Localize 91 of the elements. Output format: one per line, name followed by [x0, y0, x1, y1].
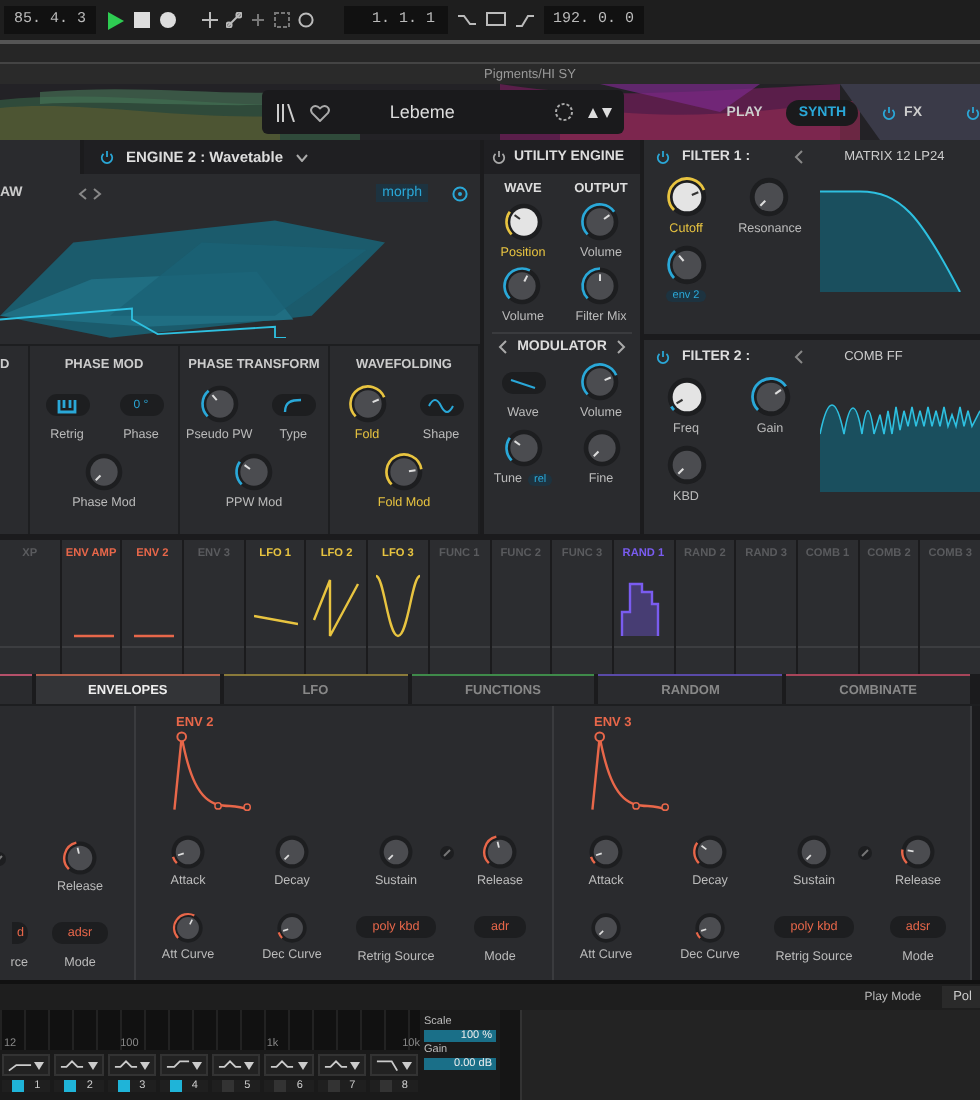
power-icon[interactable]	[966, 105, 980, 119]
filter-shape-icon	[218, 1059, 242, 1071]
filter-shape-icon	[113, 1059, 137, 1071]
caret-icon	[402, 1061, 412, 1069]
knob[interactable]	[502, 266, 543, 306]
record-icon[interactable]	[160, 12, 177, 28]
band-type-dropdown[interactable]	[264, 1054, 313, 1076]
monitor-icon[interactable]	[485, 12, 506, 28]
band-checkbox[interactable]	[169, 1080, 182, 1092]
caret-icon	[192, 1061, 202, 1069]
plus-icon[interactable]	[202, 12, 219, 28]
knob[interactable]	[503, 428, 543, 468]
filter-shape-icon	[270, 1059, 295, 1071]
knob[interactable]	[234, 452, 274, 492]
chevron-left-icon[interactable]	[794, 350, 805, 364]
power-icon[interactable]	[656, 150, 670, 164]
filter-shape-icon	[165, 1059, 190, 1071]
ramp-wave-icon	[510, 375, 536, 391]
knob[interactable]	[347, 384, 387, 424]
band-checkbox[interactable]	[117, 1080, 130, 1092]
target-icon[interactable]	[452, 185, 468, 201]
band-type-dropdown[interactable]	[107, 1054, 156, 1076]
chevron-right-icon[interactable]	[616, 340, 627, 354]
chevron-left-icon[interactable]	[497, 340, 508, 354]
tab[interactable]	[0, 674, 32, 704]
preset-name[interactable]: Lebeme	[344, 102, 541, 122]
caret-icon	[139, 1061, 150, 1069]
curve-icon[interactable]	[457, 12, 476, 28]
link-icon[interactable]	[858, 846, 873, 860]
circle-icon[interactable]	[298, 12, 315, 28]
caret-icon	[244, 1061, 255, 1069]
band-checkbox[interactable]	[222, 1080, 235, 1092]
library-icon[interactable]	[276, 103, 296, 121]
link-icon[interactable]	[226, 12, 243, 28]
knob[interactable]	[580, 266, 621, 306]
band-type-dropdown[interactable]	[212, 1054, 261, 1076]
curve-icon[interactable]	[515, 12, 534, 28]
envelope-curve-drawing	[172, 730, 252, 814]
band-type-dropdown[interactable]	[2, 1054, 51, 1076]
band-type-dropdown[interactable]	[369, 1054, 418, 1076]
knob[interactable]	[580, 362, 621, 402]
sine-wave-icon	[428, 397, 454, 413]
link-icon[interactable]	[440, 846, 455, 860]
mod-shape-drawing	[373, 574, 422, 638]
band-checkbox[interactable]	[64, 1080, 77, 1092]
knob[interactable]	[580, 202, 621, 242]
chevron-down-icon	[295, 153, 307, 161]
mod-shape-drawing	[312, 578, 361, 638]
envelope-curve-drawing	[590, 730, 670, 814]
filter-shape-icon	[60, 1059, 85, 1071]
up-down-arrows-icon[interactable]	[588, 106, 613, 118]
stop-icon[interactable]	[134, 12, 151, 28]
play-icon[interactable]	[106, 11, 125, 29]
knob[interactable]	[665, 176, 707, 218]
band-type-dropdown[interactable]	[317, 1054, 366, 1076]
selector-pill[interactable]	[45, 394, 89, 416]
power-icon	[100, 150, 114, 164]
frame-icon[interactable]	[274, 12, 291, 28]
prev-next-arrows-icon[interactable]	[78, 187, 103, 199]
selector-pill[interactable]	[271, 394, 316, 416]
chevron-left-icon[interactable]	[794, 150, 805, 164]
knob[interactable]	[665, 244, 707, 286]
curve-icon	[280, 397, 307, 413]
band-type-dropdown[interactable]	[54, 1054, 103, 1076]
knob[interactable]	[749, 376, 791, 418]
power-icon[interactable]	[656, 350, 670, 364]
filter-shape-icon	[8, 1059, 32, 1071]
band-checkbox[interactable]	[327, 1080, 340, 1092]
caret-icon	[349, 1061, 360, 1069]
selector-pill[interactable]	[501, 372, 545, 394]
caret-icon	[34, 1061, 45, 1069]
plus-icon[interactable]	[250, 12, 267, 28]
power-icon[interactable]	[492, 150, 506, 164]
band-checkbox[interactable]	[274, 1080, 287, 1092]
dice-icon[interactable]	[554, 102, 575, 122]
caret-icon	[87, 1061, 97, 1069]
mod-shape-drawing	[619, 582, 660, 638]
selector-pill[interactable]	[419, 394, 463, 416]
heart-icon[interactable]	[310, 103, 330, 121]
knob[interactable]	[665, 376, 707, 418]
knob[interactable]	[199, 384, 240, 424]
band-type-dropdown[interactable]	[159, 1054, 208, 1076]
filter-shape-icon	[375, 1059, 400, 1071]
knob[interactable]	[384, 452, 424, 492]
knob[interactable]	[503, 202, 543, 242]
keyboard-icon	[54, 397, 80, 413]
filter-shape-icon	[323, 1059, 347, 1071]
power-icon	[882, 105, 897, 119]
band-checkbox[interactable]	[379, 1080, 392, 1092]
band-checkbox[interactable]	[12, 1080, 25, 1092]
caret-icon	[297, 1061, 307, 1069]
